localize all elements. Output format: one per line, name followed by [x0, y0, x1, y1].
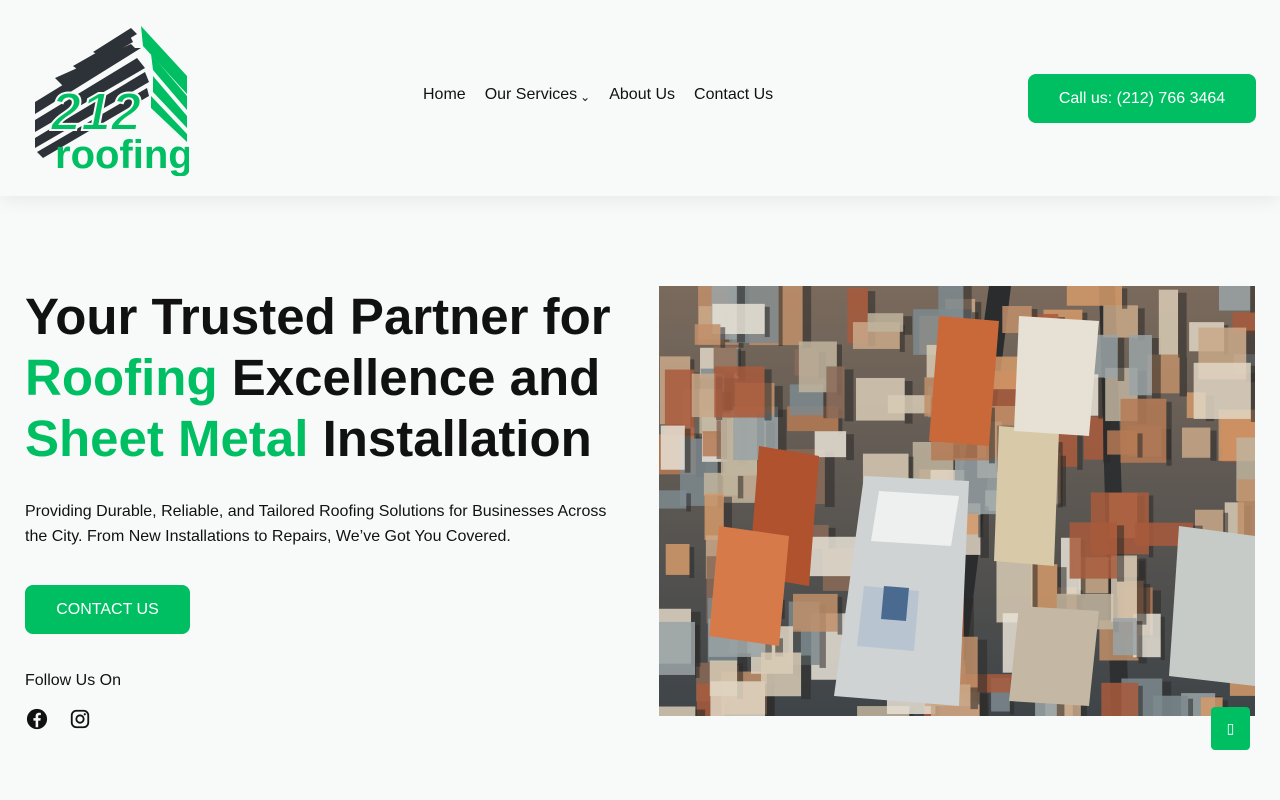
facebook-icon[interactable]	[26, 708, 48, 730]
site-logo[interactable]: 212 roofing	[33, 24, 189, 176]
aerial-city-photo	[659, 286, 1255, 716]
nav-our-services-label: Our Services	[484, 86, 578, 103]
chevron-down-icon: ⌄	[580, 89, 591, 104]
hero-title: Your Trusted Partner for Roofing Excelle…	[25, 286, 645, 469]
nav-contact-us-label: Contact Us	[694, 86, 774, 103]
logo-graphic: 212 roofing	[35, 26, 189, 176]
nav-home-label: Home	[423, 86, 466, 103]
nav-about-us-label: About Us	[609, 86, 676, 103]
hero-title-highlight-sheet-metal: Sheet Metal	[25, 410, 309, 467]
scroll-top-icon: ▯	[1226, 720, 1235, 736]
contact-us-button[interactable]: CONTACT US	[25, 585, 190, 634]
scroll-to-top-button[interactable]: ▯	[1211, 707, 1250, 750]
follow-us-label: Follow Us On	[25, 672, 122, 689]
main-nav: Home Our Services ⌄ About Us Contact Us	[423, 86, 792, 104]
hero-title-line2: Excellence and	[217, 349, 601, 406]
hero-title-line3: Installation	[308, 410, 592, 467]
hero-title-highlight-roofing: Roofing	[25, 349, 218, 406]
nav-our-services[interactable]: Our Services ⌄	[485, 86, 591, 104]
call-us-button[interactable]: Call us: (212) 766 3464	[1028, 74, 1256, 123]
logo-word: roofing	[55, 133, 189, 176]
nav-about-us[interactable]: About Us	[609, 86, 675, 104]
hero-subtitle: Providing Durable, Reliable, and Tailore…	[25, 503, 607, 545]
nav-home[interactable]: Home	[423, 86, 466, 104]
hero-title-line1: Your Trusted Partner for	[25, 288, 611, 345]
nav-contact-us[interactable]: Contact Us	[694, 86, 773, 104]
site-header: 212 roofing Home Our Services ⌄ About Us …	[0, 0, 1280, 196]
instagram-icon[interactable]	[69, 708, 91, 730]
